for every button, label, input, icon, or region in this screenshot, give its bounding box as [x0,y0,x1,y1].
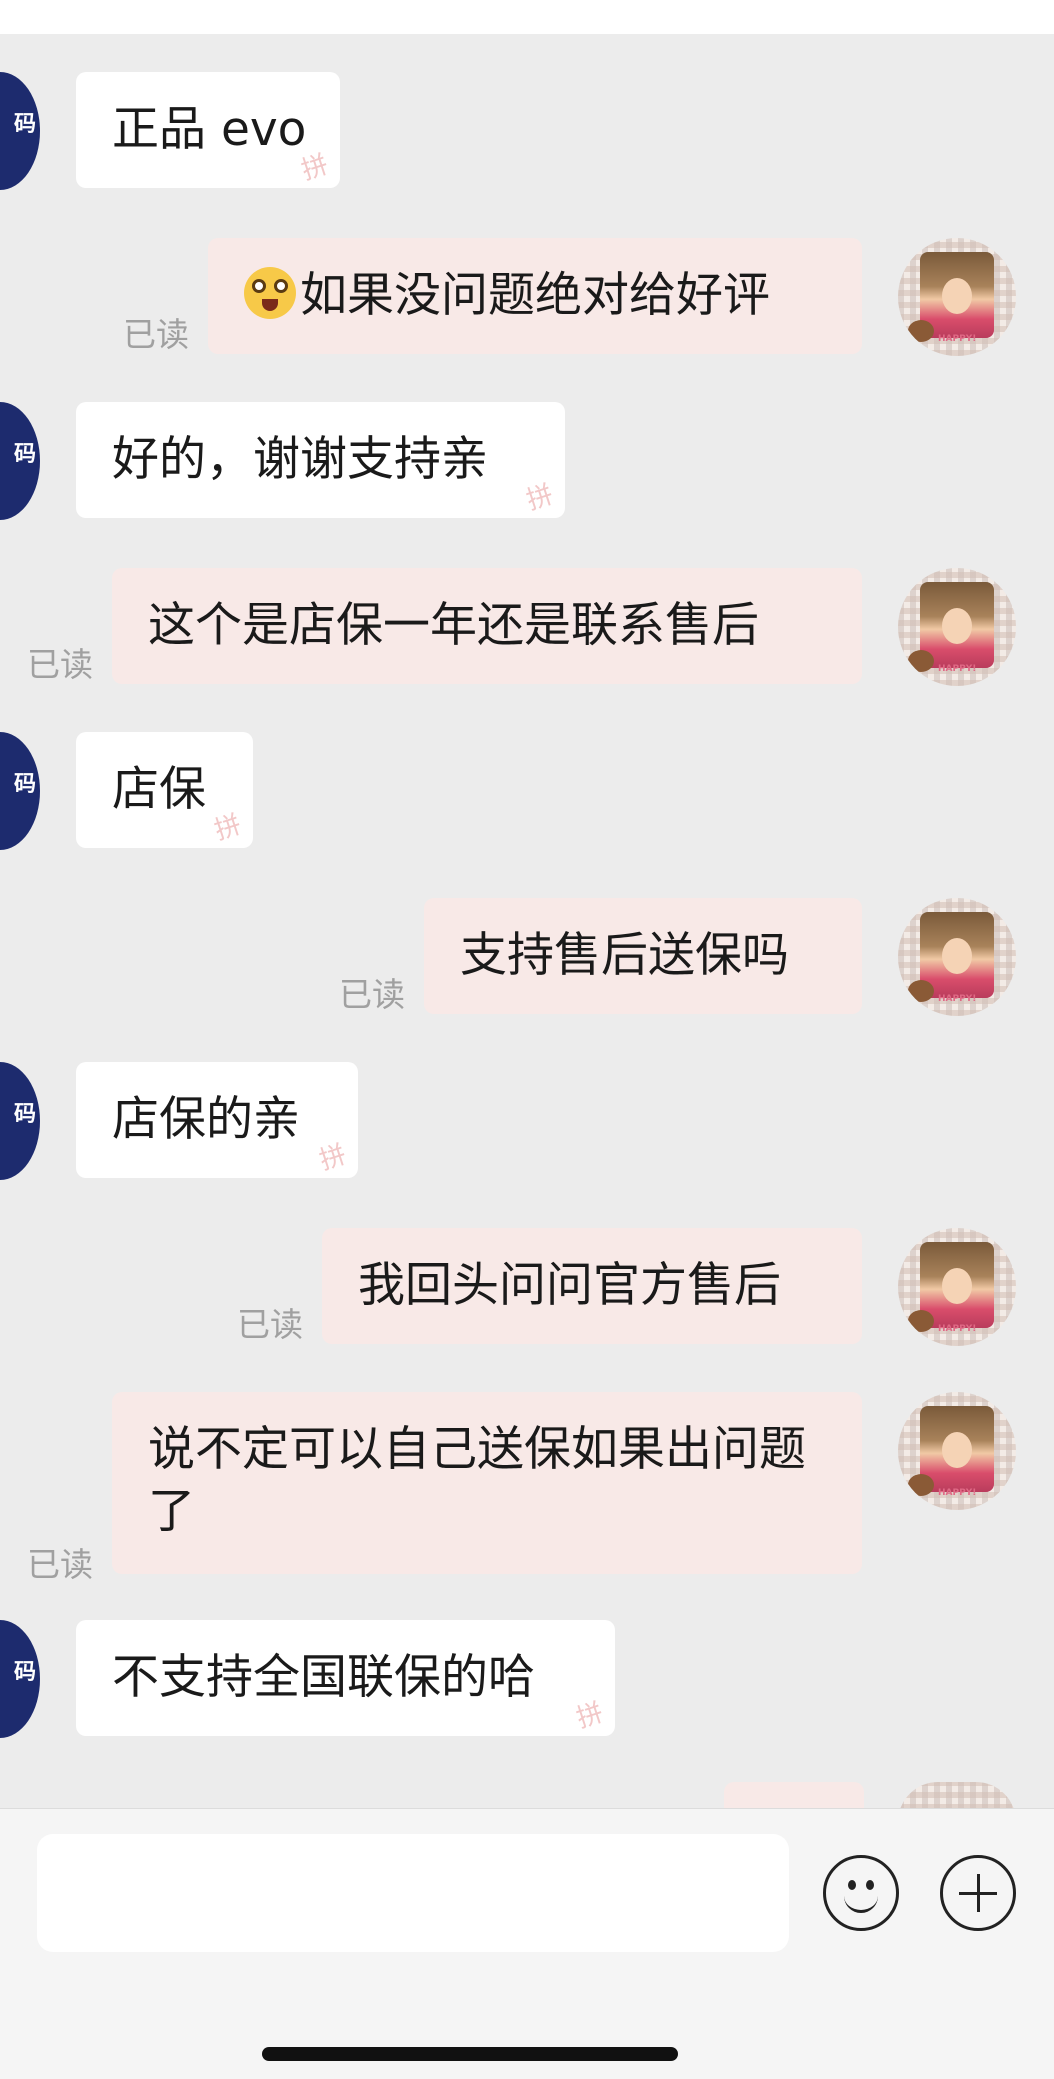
read-receipt: 已读 [237,1305,303,1344]
avatar-face [942,1432,972,1468]
message-text: 说不定可以自己送保如果出问题了 [148,1422,806,1539]
message-bubble-incoming[interactable]: 店保 拼 [76,732,253,848]
buyer-avatar[interactable]: HAPPY! [898,1392,1016,1510]
avatar-face [942,1268,972,1304]
watermark-icon: 拼 [572,1697,607,1735]
smiley-eye [866,1880,874,1890]
message-text: 支持售后送保吗 [460,928,789,983]
avatar-caption: HAPPY! [938,1488,977,1498]
avatar-caption: HAPPY! [938,334,977,344]
seller-avatar[interactable]: 码 [0,402,40,520]
message-bubble-outgoing-partial[interactable] [724,1782,864,1808]
bear-sticker-icon [908,1310,934,1332]
read-receipt: 已读 [27,645,93,684]
smiley-mouth [844,1892,878,1913]
watermark-icon: 拼 [315,1139,350,1177]
message-bubble-outgoing[interactable]: 我回头问问官方售后 [322,1228,862,1344]
buyer-avatar[interactable]: HAPPY! [898,1228,1016,1346]
message-text: 好的，谢谢支持亲 [112,432,488,487]
avatar-face [942,938,972,974]
message-bubble-incoming[interactable]: 不支持全国联保的哈 拼 [76,1620,615,1736]
message-text: 店保的亲 [112,1092,300,1147]
seller-avatar[interactable]: 码 [0,1620,40,1738]
avatar-face [942,608,972,644]
message-bubble-incoming[interactable]: 正品 evo 拼 [76,72,340,188]
message-text: 正品 evo [112,102,307,157]
avatar-caption: HAPPY! [938,994,977,1004]
buyer-avatar[interactable]: HAPPY! [898,898,1016,1016]
buyer-avatar[interactable]: HAPPY! [898,568,1016,686]
message-text: 这个是店保一年还是联系售后 [148,598,759,653]
message-text: 我回头问问官方售后 [358,1258,781,1313]
read-receipt: 已读 [27,1545,93,1584]
seller-avatar-text: 码 [13,1102,36,1127]
plus-vertical-stroke [977,1874,980,1912]
chat-message-list[interactable]: 码 正品 evo 拼 已读 如果没问题绝对给好评 HAPPY! 码 好的，谢谢支… [0,34,1054,1808]
smiley-icon[interactable] [823,1855,899,1931]
message-bubble-outgoing[interactable]: 支持售后送保吗 [424,898,862,1014]
read-receipt: 已读 [123,315,189,354]
plus-circle-icon[interactable] [940,1855,1016,1931]
message-bubble-outgoing[interactable]: 说不定可以自己送保如果出问题了 [112,1392,862,1574]
seller-avatar-text: 码 [13,772,36,797]
bear-sticker-icon [908,1474,934,1496]
bear-sticker-icon [908,320,934,342]
buyer-avatar-partial[interactable] [898,1782,1016,1808]
status-bar [0,0,1054,34]
seller-avatar[interactable]: 码 [0,72,40,190]
seller-avatar-text: 码 [13,112,36,137]
seller-avatar[interactable]: 码 [0,732,40,850]
read-receipt: 已读 [339,975,405,1014]
message-bubble-outgoing[interactable]: 这个是店保一年还是联系售后 [112,568,862,684]
seller-avatar[interactable]: 码 [0,1062,40,1180]
message-bubble-outgoing[interactable]: 如果没问题绝对给好评 [208,238,862,354]
message-bubble-incoming[interactable]: 店保的亲 拼 [76,1062,358,1178]
avatar-face [942,278,972,314]
message-composer [0,1808,1054,2079]
seller-avatar-text: 码 [13,1660,36,1685]
watermark-icon: 拼 [210,809,245,847]
message-bubble-incoming[interactable]: 好的，谢谢支持亲 拼 [76,402,565,518]
bear-sticker-icon [908,650,934,672]
message-text: 不支持全国联保的哈 [112,1650,535,1705]
watermark-icon: 拼 [522,479,557,517]
home-indicator[interactable] [262,2047,678,2061]
seller-avatar-text: 码 [13,442,36,467]
avatar-caption: HAPPY! [938,664,977,674]
message-text: 如果没问题绝对给好评 [300,268,770,323]
buyer-avatar[interactable]: HAPPY! [898,238,1016,356]
message-text: 店保 [112,762,206,817]
avatar-caption: HAPPY! [938,1324,977,1334]
star-eyes-emoji-icon [244,267,296,319]
smiley-eye [848,1880,856,1890]
bear-sticker-icon [908,980,934,1002]
message-input[interactable] [37,1834,789,1952]
